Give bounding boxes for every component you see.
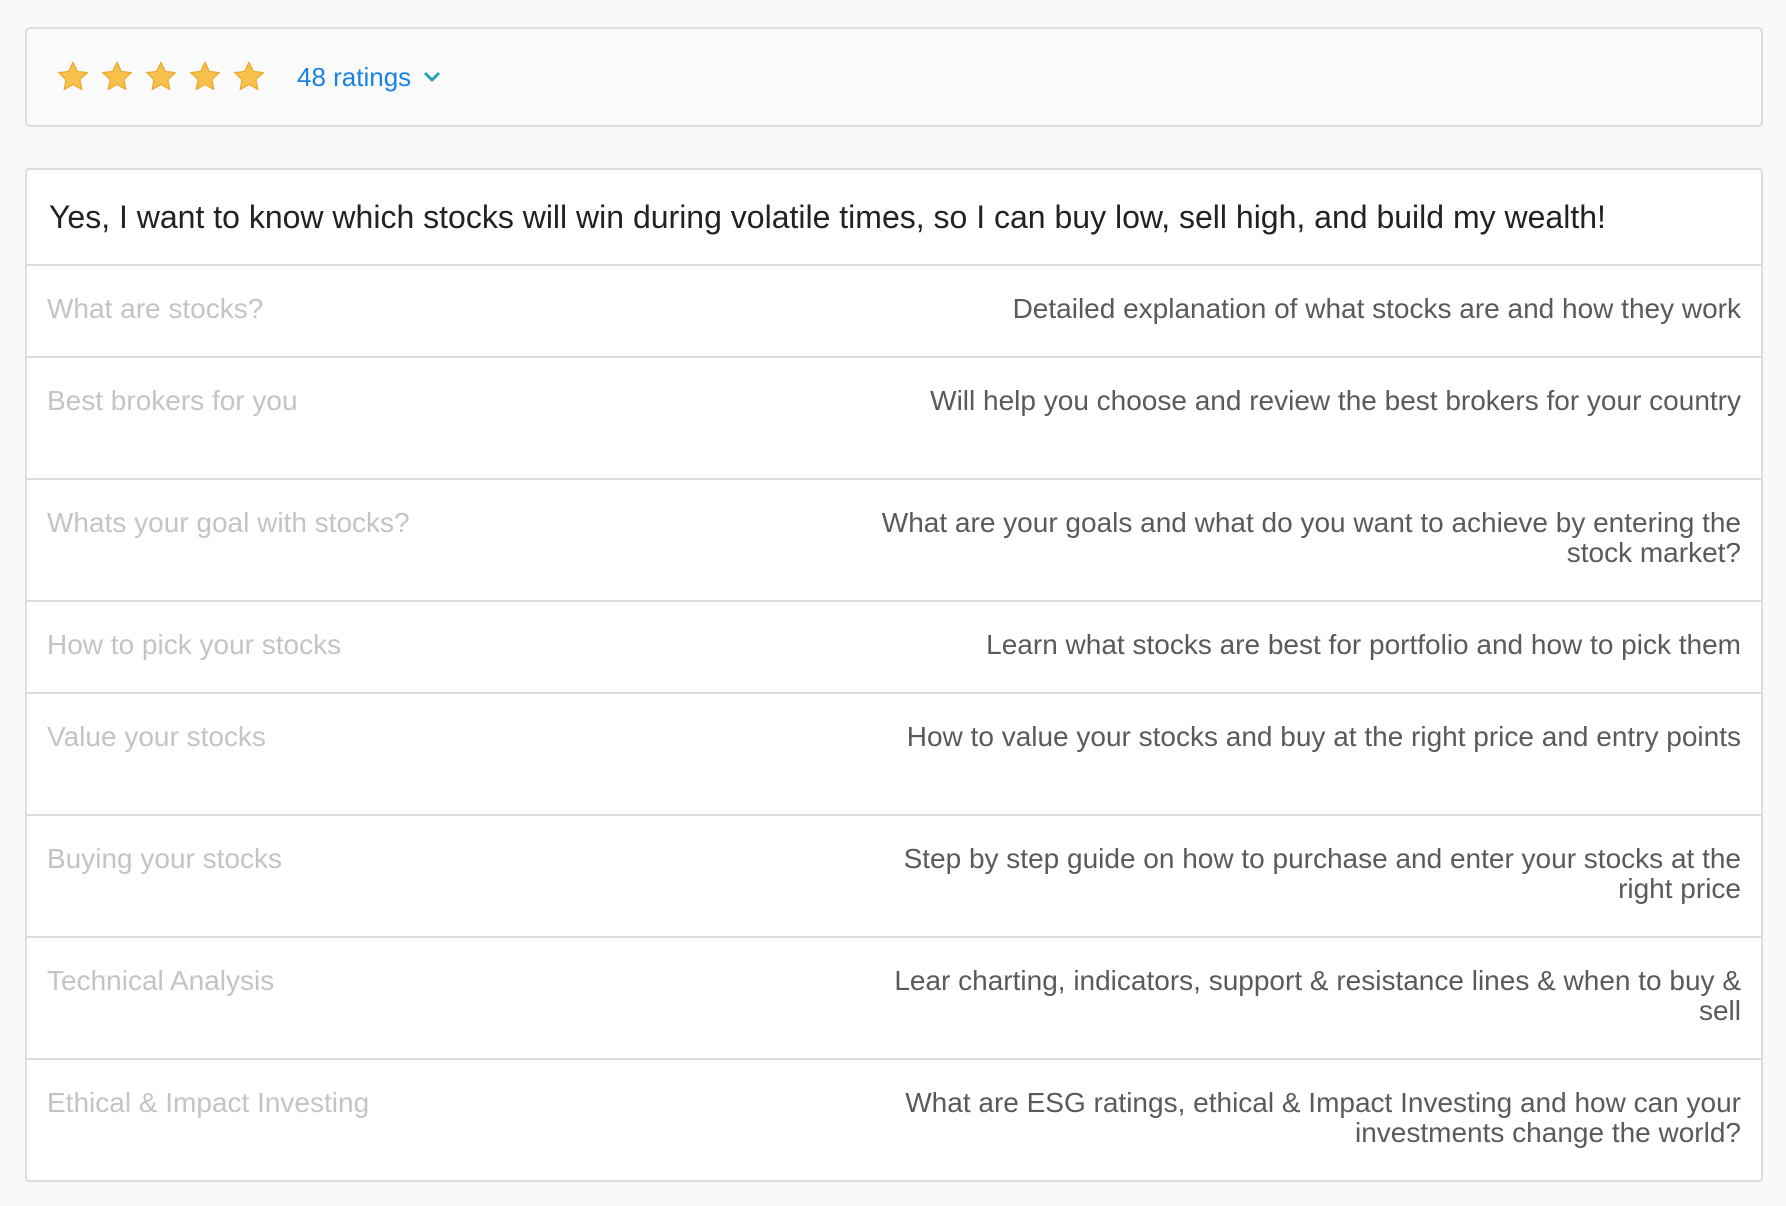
row-title: Value your stocks [47,721,266,752]
row-title: Ethical & Impact Investing [47,1087,370,1118]
table-row: Buying your stocks Step by step guide on… [27,816,1761,938]
table-row: Ethical & Impact Investing What are ESG … [27,1060,1761,1180]
table-row: Whats your goal with stocks? What are yo… [27,480,1761,602]
ratings-count[interactable]: 48 ratings [297,62,411,93]
table-row: Best brokers for you Will help you choos… [27,358,1761,480]
table-row: Value your stocks How to value your stoc… [27,694,1761,816]
row-title: What are stocks? [47,293,264,324]
row-title: Technical Analysis [47,965,275,996]
ratings-bar: 48 ratings [25,27,1763,127]
row-description: What are your goals and what do you want… [881,507,1741,568]
star-icon [187,59,223,95]
table-row: What are stocks? Detailed explanation of… [27,266,1761,358]
star-icon [55,59,91,95]
star-rating [55,59,275,95]
row-title: How to pick your stocks [47,629,342,660]
row-description: Detailed explanation of what stocks are … [1012,293,1741,324]
row-title: Whats your goal with stocks? [47,507,410,538]
row-description: How to value your stocks and buy at the … [906,721,1741,752]
row-description: What are ESG ratings, ethical & Impact I… [905,1087,1741,1148]
star-icon [231,59,267,95]
star-icon [143,59,179,95]
chevron-down-icon[interactable] [423,71,441,83]
row-description: Step by step guide on how to purchase an… [903,843,1741,904]
table-row: How to pick your stocks Learn what stock… [27,602,1761,694]
table-row: Technical Analysis Lear charting, indica… [27,938,1761,1060]
row-description: Lear charting, indicators, support & res… [894,965,1741,1026]
course-outline-table: Yes, I want to know which stocks will wi… [25,168,1763,1182]
table-headline: Yes, I want to know which stocks will wi… [27,170,1761,266]
row-title: Best brokers for you [47,385,298,416]
star-icon [99,59,135,95]
row-description: Learn what stocks are best for portfolio… [986,629,1741,660]
row-title: Buying your stocks [47,843,282,874]
row-description: Will help you choose and review the best… [930,385,1741,416]
ratings-dropdown[interactable]: 48 ratings [297,62,441,93]
